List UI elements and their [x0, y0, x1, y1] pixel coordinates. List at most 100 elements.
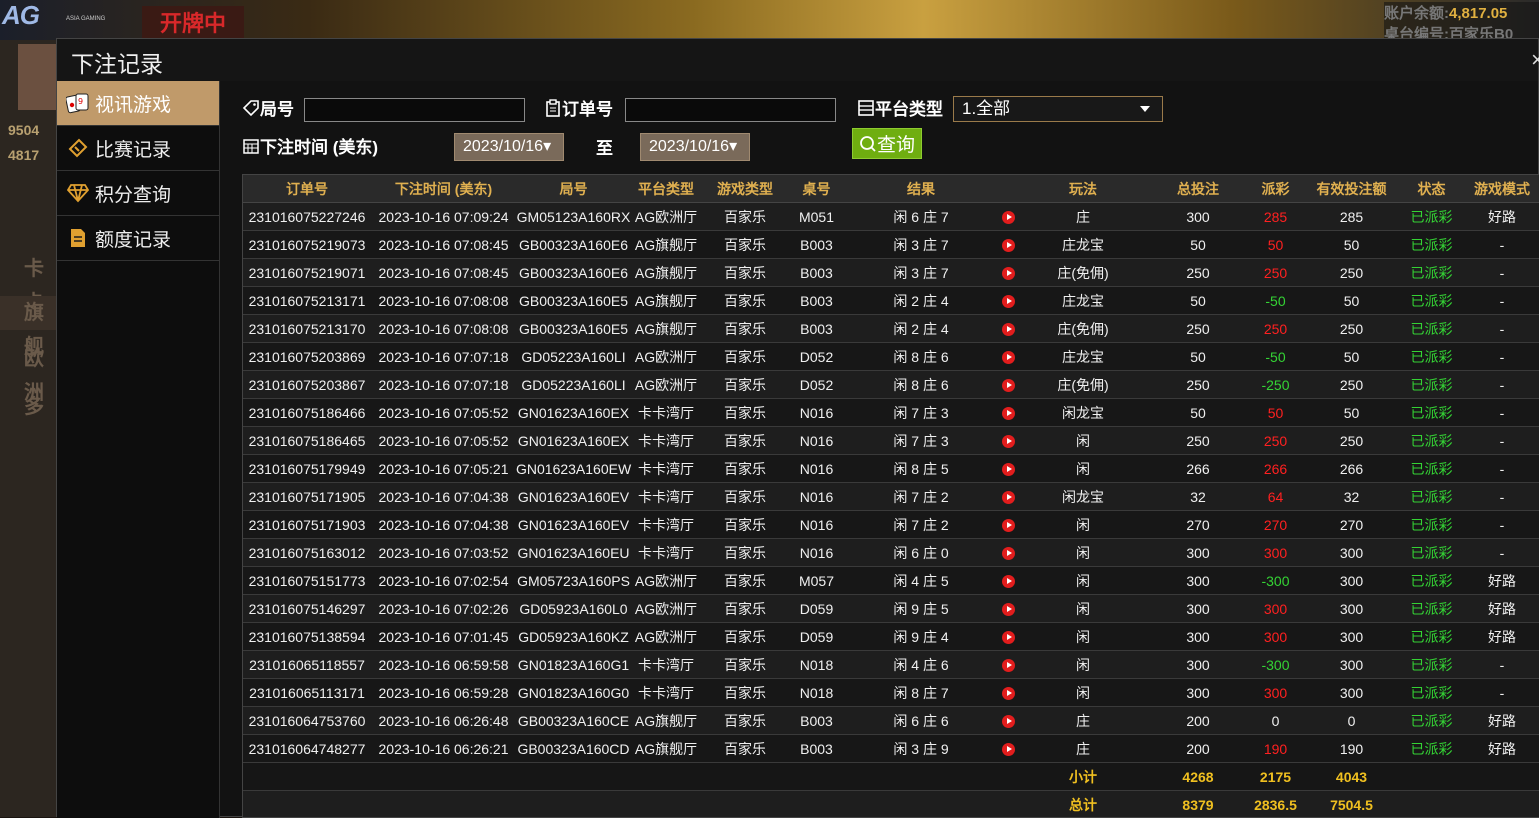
game-type-cell: 百家乐: [701, 679, 789, 707]
play-icon[interactable]: [1002, 239, 1015, 252]
round-input[interactable]: [304, 98, 525, 122]
tab-live-games[interactable]: 9 视讯游戏: [57, 81, 219, 126]
status-banner: 开牌中: [142, 6, 244, 40]
play-icon[interactable]: [1002, 323, 1015, 336]
play-icon[interactable]: [1002, 351, 1015, 364]
play-icon[interactable]: [1002, 519, 1015, 532]
table-no-cell: B003: [789, 735, 844, 763]
ag-logo: AG: [2, 0, 39, 31]
table-row: 2310160751799492023-10-16 07:05:21GN0162…: [243, 455, 1539, 483]
tab-label: 额度记录: [95, 225, 171, 252]
table-no-cell: B003: [789, 259, 844, 287]
replay-cell[interactable]: [998, 315, 1018, 343]
result-cell: 闲 8 庄 6: [844, 343, 998, 371]
replay-cell[interactable]: [998, 483, 1018, 511]
bet-time-cell: 2023-10-16 07:05:21: [371, 455, 516, 483]
subtotal-valid: 4043: [1303, 763, 1400, 791]
play-icon[interactable]: [1002, 491, 1015, 504]
game-type-cell: 百家乐: [701, 203, 789, 231]
platform-cell: AG欧洲厅: [631, 595, 701, 623]
replay-cell[interactable]: [998, 399, 1018, 427]
replay-cell[interactable]: [998, 259, 1018, 287]
replay-cell[interactable]: [998, 371, 1018, 399]
order-input[interactable]: [625, 98, 836, 122]
replay-cell[interactable]: [998, 231, 1018, 259]
replay-cell[interactable]: [998, 707, 1018, 735]
replay-cell[interactable]: [998, 343, 1018, 371]
table-no-cell: N016: [789, 511, 844, 539]
play-icon[interactable]: [1002, 211, 1015, 224]
game-type-cell: 百家乐: [701, 371, 789, 399]
replay-cell[interactable]: [998, 427, 1018, 455]
play-icon[interactable]: [1002, 603, 1015, 616]
result-cell: 闲 8 庄 6: [844, 371, 998, 399]
order-id-cell: 231016075219071: [243, 259, 371, 287]
replay-cell[interactable]: [998, 511, 1018, 539]
total-bet-cell: 50: [1148, 399, 1248, 427]
table-row: 2310160752190712023-10-16 07:08:45GB0032…: [243, 259, 1539, 287]
status-cell: 已派彩: [1400, 679, 1463, 707]
result-cell: 闲 8 庄 5: [844, 455, 998, 483]
replay-cell[interactable]: [998, 455, 1018, 483]
result-cell: 闲 4 庄 6: [844, 651, 998, 679]
total-bet: 8379: [1148, 791, 1248, 818]
play-icon[interactable]: [1002, 631, 1015, 644]
play-icon[interactable]: [1002, 547, 1015, 560]
play-icon[interactable]: [1002, 715, 1015, 728]
game-mode-cell: 好路: [1463, 203, 1539, 231]
replay-cell[interactable]: [998, 623, 1018, 651]
replay-cell[interactable]: [998, 679, 1018, 707]
replay-cell[interactable]: [998, 287, 1018, 315]
game-mode-cell: -: [1463, 651, 1539, 679]
game-type-cell: 百家乐: [701, 231, 789, 259]
play-icon[interactable]: [1002, 687, 1015, 700]
replay-cell[interactable]: [998, 651, 1018, 679]
query-button[interactable]: 查询: [852, 128, 922, 159]
date-to-picker[interactable]: 2023/10/16▾: [640, 133, 750, 161]
total-bet-cell: 270: [1148, 511, 1248, 539]
query-label: 查询: [877, 130, 915, 157]
subtotal-row: 小计 4268 2175 4043: [243, 763, 1539, 791]
table-row: 2310160751630122023-10-16 07:03:52GN0162…: [243, 539, 1539, 567]
order-id-cell: 231016075138594: [243, 623, 371, 651]
column-header: 总投注: [1148, 175, 1248, 203]
play-icon[interactable]: [1002, 463, 1015, 476]
replay-cell[interactable]: [998, 595, 1018, 623]
table-row: 2310160752190732023-10-16 07:08:45GB0032…: [243, 231, 1539, 259]
tab-points-query[interactable]: 积分查询: [57, 171, 219, 216]
bet-type-cell: 闲: [1018, 595, 1148, 623]
bet-type-cell: 闲: [1018, 455, 1148, 483]
play-icon[interactable]: [1002, 659, 1015, 672]
valid-bet-cell: 266: [1303, 455, 1400, 483]
table-no-cell: N016: [789, 483, 844, 511]
platform-cell: 卡卡湾厅: [631, 539, 701, 567]
tab-match-records[interactable]: 比赛记录: [57, 126, 219, 171]
game-mode-cell: -: [1463, 287, 1539, 315]
bet-type-cell: 闲: [1018, 679, 1148, 707]
close-icon[interactable]: ×: [1531, 47, 1539, 73]
play-icon[interactable]: [1002, 379, 1015, 392]
play-icon[interactable]: [1002, 267, 1015, 280]
balance-value: 4,817.05: [1449, 5, 1507, 22]
platform-select[interactable]: 1.全部: [953, 96, 1163, 122]
result-cell: 闲 4 庄 5: [844, 567, 998, 595]
date-from-picker[interactable]: 2023/10/16▾: [454, 133, 564, 161]
status-cell: 已派彩: [1400, 427, 1463, 455]
game-type-cell: 百家乐: [701, 539, 789, 567]
replay-cell[interactable]: [998, 203, 1018, 231]
blank-cell: [243, 763, 1018, 791]
bet-type-cell: 庄龙宝: [1018, 287, 1148, 315]
play-icon[interactable]: [1002, 407, 1015, 420]
replay-cell[interactable]: [998, 539, 1018, 567]
dropdown-arrow-icon: ▾: [543, 138, 551, 155]
replay-cell[interactable]: [998, 735, 1018, 763]
replay-cell[interactable]: [998, 567, 1018, 595]
play-icon[interactable]: [1002, 575, 1015, 588]
play-icon[interactable]: [1002, 743, 1015, 756]
play-icon[interactable]: [1002, 435, 1015, 448]
order-id-cell: 231016075171903: [243, 511, 371, 539]
play-icon[interactable]: [1002, 295, 1015, 308]
result-cell: 闲 7 庄 2: [844, 511, 998, 539]
tab-credit-records[interactable]: 额度记录: [57, 216, 219, 261]
modal-header: 下注记录 ×: [57, 39, 1538, 82]
